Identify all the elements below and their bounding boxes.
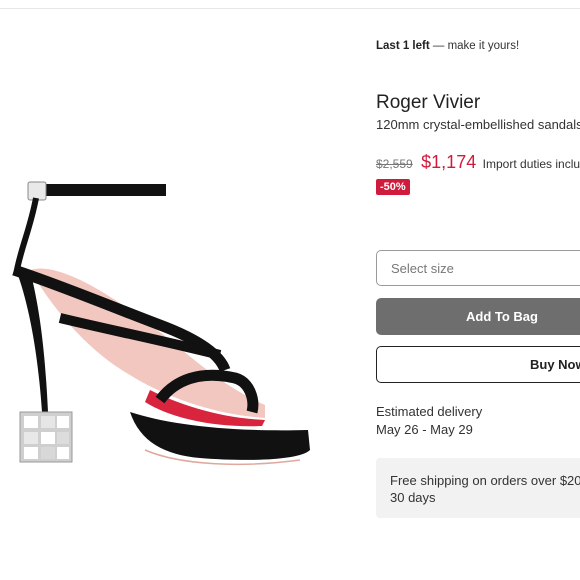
product-brand[interactable]: Roger Vivier bbox=[376, 92, 480, 114]
add-to-bag-label: Add To Bag bbox=[466, 309, 538, 324]
stock-notice: Last 1 left — make it yours! bbox=[376, 40, 519, 52]
product-name: 120mm crystal-embellished sandals bbox=[376, 117, 580, 132]
estimated-delivery-dates: May 26 - May 29 bbox=[376, 422, 473, 437]
size-select[interactable]: Select size bbox=[376, 250, 580, 286]
buy-now-label: Buy Now bbox=[530, 357, 580, 372]
price-row: $2,559 $1,174 Import duties included bbox=[376, 152, 580, 173]
size-select-placeholder: Select size bbox=[391, 260, 454, 276]
discount-badge: -50% bbox=[376, 179, 410, 195]
buy-now-button[interactable]: Buy Now bbox=[376, 346, 580, 383]
estimated-delivery-label: Estimated delivery bbox=[376, 404, 483, 419]
stock-message: — make it yours! bbox=[432, 40, 520, 52]
add-to-bag-button[interactable]: Add To Bag bbox=[376, 298, 580, 335]
shipping-info-box: Free shipping on orders over $20 30 days bbox=[376, 458, 580, 518]
sale-price: $1,174 bbox=[421, 152, 477, 172]
stock-count: Last 1 left bbox=[376, 40, 430, 52]
shipping-line-2: 30 days bbox=[390, 490, 436, 505]
original-price: $2,559 bbox=[376, 157, 413, 171]
duties-note: Import duties included bbox=[482, 157, 580, 171]
product-image bbox=[12, 181, 310, 466]
shipping-line-1: Free shipping on orders over $20 bbox=[390, 473, 580, 488]
product-info-panel: Last 1 left — make it yours! Roger Vivie… bbox=[376, 0, 580, 580]
